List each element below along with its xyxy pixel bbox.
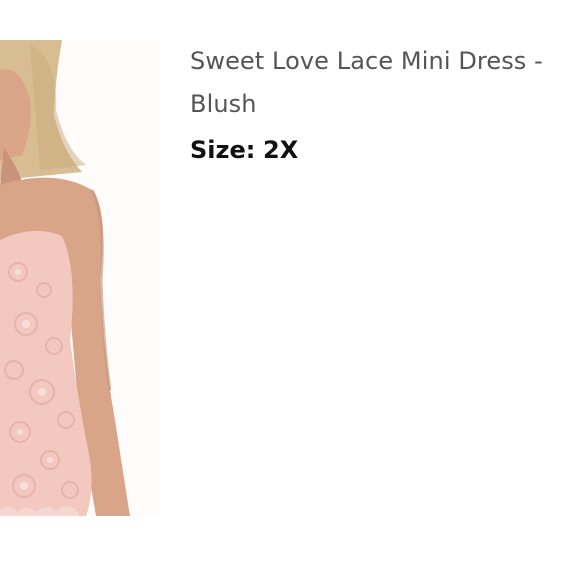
size-value: 2X [263,136,299,164]
size-line: Size: 2X [190,134,560,166]
size-label: Size: [190,136,256,164]
product-photo[interactable] [0,40,160,516]
dress-model-illustration [0,40,160,516]
product-info: Sweet Love Lace Mini Dress - Blush Size:… [190,40,560,166]
product-title[interactable]: Sweet Love Lace Mini Dress - Blush [190,40,560,126]
product-card: Sweet Love Lace Mini Dress - Blush Size:… [0,0,580,580]
